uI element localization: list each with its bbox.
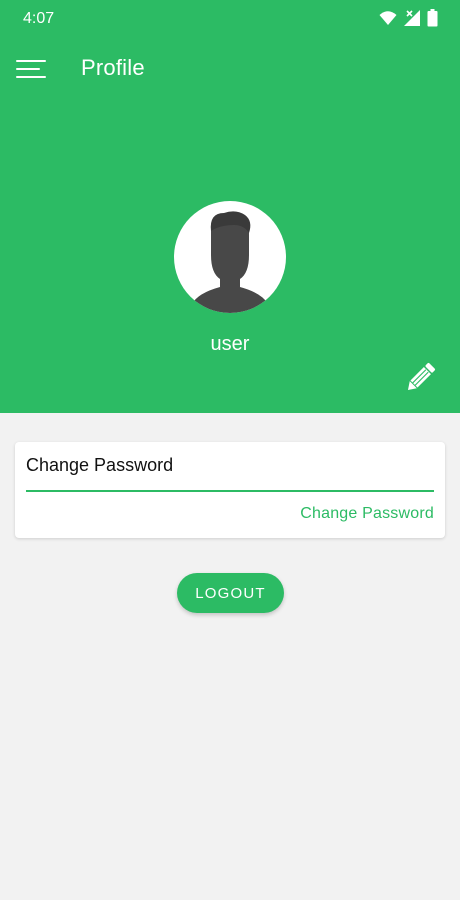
profile-header: 4:07 Profile user [0,0,460,413]
battery-icon [427,9,438,27]
hamburger-menu-icon[interactable] [10,50,52,88]
wifi-icon [379,11,397,25]
profile-username: user [210,333,250,355]
profile-screen: 4:07 Profile user Change Password Change… [0,0,460,900]
avatar [174,201,286,313]
status-icons [379,9,438,27]
pencil-icon[interactable] [402,360,438,396]
status-time: 4:07 [23,10,55,27]
change-password-card-title: Change Password [26,455,174,475]
change-password-card: Change Password Change Password [15,442,445,538]
page-title: Profile [81,55,145,80]
status-bar: 4:07 [0,0,460,38]
card-divider [26,490,434,492]
app-bar: Profile [0,38,460,100]
change-password-button[interactable]: Change Password [300,505,434,523]
signal-icon [404,10,420,26]
user-silhouette-icon [192,211,268,313]
logout-button[interactable]: LOGOUT [177,573,284,613]
